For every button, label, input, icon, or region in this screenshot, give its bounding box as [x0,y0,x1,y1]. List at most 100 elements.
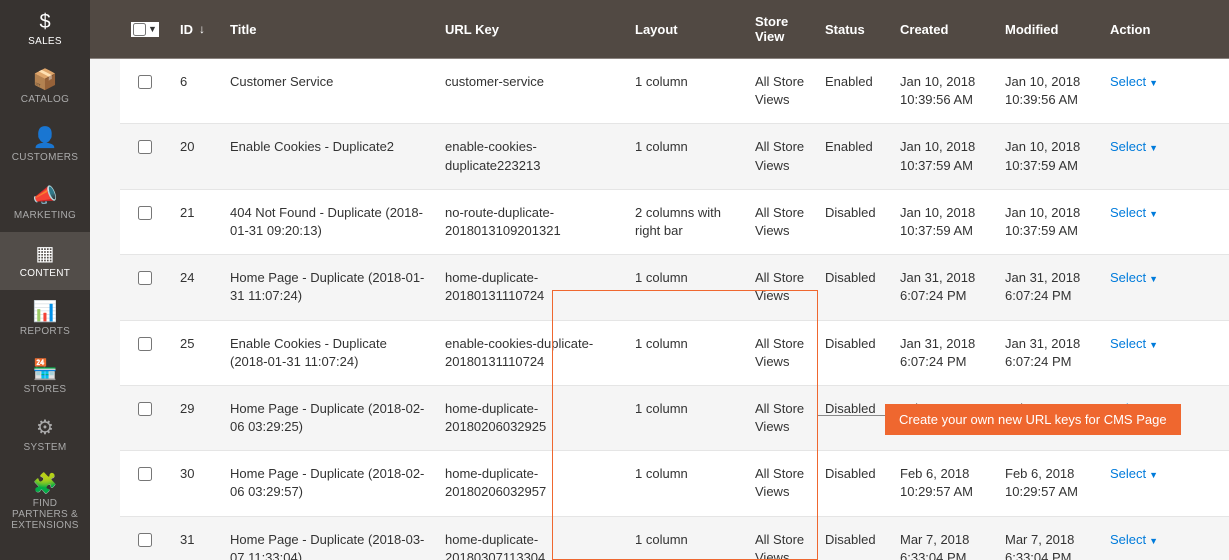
row-checkbox[interactable] [138,206,152,220]
header-id[interactable]: ID ↓ [170,0,220,58]
row-url-key: home-duplicate-20180206032925 [435,386,625,450]
select-action-link[interactable]: Select▼ [1110,532,1158,547]
sidebar-item-partners[interactable]: 🧩 FIND PARTNERS & EXTENSIONS [0,464,90,541]
tooltip-text: Create your own new URL keys for CMS Pag… [899,412,1167,427]
row-checkbox-cell [120,190,170,254]
row-title: Home Page - Duplicate (2018-02-06 03:29:… [220,386,435,450]
row-store-view: All Store Views [745,255,815,319]
row-layout: 1 column [625,451,745,515]
row-title: 404 Not Found - Duplicate (2018-01-31 09… [220,190,435,254]
header-modified[interactable]: Modified [995,0,1100,58]
store-icon: 🏪 [33,360,58,380]
row-id: 29 [170,386,220,450]
megaphone-icon: 📣 [33,186,58,206]
header-url-key[interactable]: URL Key [435,0,625,58]
header-store-view[interactable]: Store View [745,0,815,58]
row-created: Feb 6, 2018 10:29:57 AM [890,451,995,515]
sidebar-item-label: CUSTOMERS [12,152,78,163]
sidebar-item-sales[interactable]: $ SALES [0,0,90,58]
row-url-key: enable-cookies-duplicate223213 [435,124,625,188]
select-action-link[interactable]: Select▼ [1110,205,1158,220]
sidebar-item-reports[interactable]: 📊 REPORTS [0,290,90,348]
sidebar-item-stores[interactable]: 🏪 STORES [0,348,90,406]
row-created: Jan 10, 2018 10:39:56 AM [890,59,995,123]
layout-icon: ▦ [36,244,55,264]
row-status: Disabled [815,321,890,385]
dollar-icon: $ [39,12,50,32]
row-title: Home Page - Duplicate (2018-03-07 11:33:… [220,517,435,560]
select-action-link[interactable]: Select▼ [1110,466,1158,481]
row-checkbox[interactable] [138,533,152,547]
table-body: 6 Customer Service customer-service 1 co… [90,59,1229,560]
header-label: Layout [635,22,678,37]
row-created: Jan 10, 2018 10:37:59 AM [890,190,995,254]
sidebar-item-marketing[interactable]: 📣 MARKETING [0,174,90,232]
sidebar-item-label: REPORTS [20,326,70,337]
sidebar-item-content[interactable]: ▦ CONTENT [0,232,90,290]
row-checkbox[interactable] [138,402,152,416]
select-label: Select [1110,466,1146,481]
row-title: Enable Cookies - Duplicate (2018-01-31 1… [220,321,435,385]
select-label: Select [1110,336,1146,351]
row-checkbox[interactable] [138,271,152,285]
chevron-down-icon: ▼ [1149,209,1158,219]
select-action-link[interactable]: Select▼ [1110,336,1158,351]
row-title: Home Page - Duplicate (2018-01-31 11:07:… [220,255,435,319]
row-created: Jan 31, 2018 6:07:24 PM [890,321,995,385]
row-id: 30 [170,451,220,515]
row-action: Select▼ [1100,190,1229,254]
table-row[interactable]: 20 Enable Cookies - Duplicate2 enable-co… [120,124,1229,189]
table-row[interactable]: 31 Home Page - Duplicate (2018-03-07 11:… [120,517,1229,560]
row-checkbox-cell [120,321,170,385]
row-modified: Feb 6, 2018 10:29:57 AM [995,451,1100,515]
chevron-down-icon: ▼ [1149,470,1158,480]
sidebar-item-customers[interactable]: 👤 CUSTOMERS [0,116,90,174]
row-checkbox[interactable] [138,337,152,351]
header-status[interactable]: Status [815,0,890,58]
row-store-view: All Store Views [745,517,815,560]
row-layout: 2 columns with right bar [625,190,745,254]
row-checkbox[interactable] [138,75,152,89]
row-checkbox[interactable] [138,467,152,481]
row-id: 31 [170,517,220,560]
row-layout: 1 column [625,386,745,450]
row-modified: Jan 10, 2018 10:37:59 AM [995,124,1100,188]
header-created[interactable]: Created [890,0,995,58]
row-checkbox[interactable] [138,140,152,154]
row-status: Enabled [815,59,890,123]
header-title[interactable]: Title [220,0,435,58]
row-layout: 1 column [625,255,745,319]
row-checkbox-cell [120,451,170,515]
table-row[interactable]: 24 Home Page - Duplicate (2018-01-31 11:… [120,255,1229,320]
table-row[interactable]: 25 Enable Cookies - Duplicate (2018-01-3… [120,321,1229,386]
select-all-checkbox[interactable] [133,23,146,36]
header-select-all[interactable]: ▼ [120,0,170,58]
row-checkbox-cell [120,517,170,560]
row-created: Jan 31, 2018 6:07:24 PM [890,255,995,319]
table-row[interactable]: 6 Customer Service customer-service 1 co… [120,59,1229,124]
select-action-link[interactable]: Select▼ [1110,74,1158,89]
header-layout[interactable]: Layout [625,0,745,58]
row-status: Disabled [815,190,890,254]
row-action: Select▼ [1100,451,1229,515]
header-label: URL Key [445,22,499,37]
row-created: Mar 7, 2018 6:33:04 PM [890,517,995,560]
table-row[interactable]: 30 Home Page - Duplicate (2018-02-06 03:… [120,451,1229,516]
row-action: Select▼ [1100,59,1229,123]
header-label: Modified [1005,22,1058,37]
row-checkbox-cell [120,386,170,450]
sidebar-item-system[interactable]: ⚙ SYSTEM [0,406,90,464]
select-action-link[interactable]: Select▼ [1110,139,1158,154]
table-row[interactable]: 21 404 Not Found - Duplicate (2018-01-31… [120,190,1229,255]
chart-icon: 📊 [33,302,58,322]
row-created: Jan 10, 2018 10:37:59 AM [890,124,995,188]
select-action-link[interactable]: Select▼ [1110,270,1158,285]
sidebar-item-catalog[interactable]: 📦 CATALOG [0,58,90,116]
header-label: ID [180,22,193,37]
row-modified: Jan 10, 2018 10:39:56 AM [995,59,1100,123]
sidebar-item-label: CONTENT [20,268,70,279]
row-modified: Jan 31, 2018 6:07:24 PM [995,321,1100,385]
sidebar-item-label: SALES [28,36,62,47]
puzzle-icon: 🧩 [33,474,58,494]
chevron-down-icon: ▼ [1149,536,1158,546]
